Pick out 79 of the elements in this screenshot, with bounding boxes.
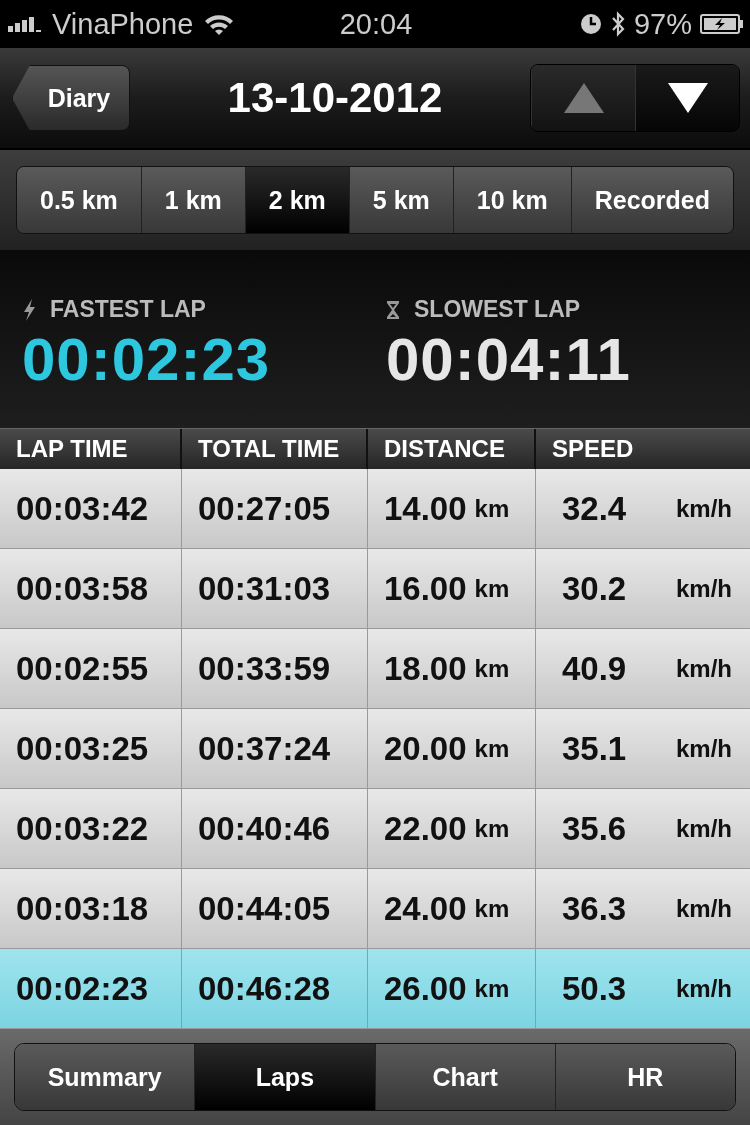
battery-percent: 97% — [633, 7, 692, 41]
lightning-icon — [22, 298, 36, 321]
distance-tab[interactable]: 2 km — [245, 167, 350, 233]
stat-label: FASTEST LAP — [50, 296, 206, 323]
table-cell: 22.00 — [384, 809, 467, 848]
stat-value: 00:02:23 — [22, 325, 272, 394]
lap-row[interactable]: 00:02:23 00:46:28 26.00 km 50.3 km/h — [0, 949, 750, 1029]
table-cell: 50.3 — [562, 969, 627, 1008]
lap-row[interactable]: 00:03:58 00:31:03 16.00 km 30.2 km/h — [0, 549, 750, 629]
table-cell: 16.00 — [384, 569, 467, 608]
table-cell: 40.9 — [562, 649, 627, 688]
table-cell: 00:40:46 — [198, 809, 331, 848]
unit-label: km/h — [676, 734, 732, 763]
table-cell: 00:46:28 — [198, 969, 331, 1008]
table-cell: 36.3 — [562, 889, 627, 928]
stat-label: SLOWEST LAP — [414, 296, 581, 323]
lap-row[interactable]: 00:03:42 00:27:05 14.00 km 32.4 km/h — [0, 469, 750, 549]
table-cell: 35.6 — [562, 809, 627, 848]
stat-value: 00:04:11 — [386, 325, 632, 394]
table-cell: 14.00 — [384, 489, 467, 528]
view-tab[interactable]: Summary — [15, 1044, 196, 1110]
distance-tab[interactable]: 0.5 km — [17, 167, 142, 233]
table-cell: 32.4 — [562, 489, 627, 528]
table-cell: 00:31:03 — [198, 569, 331, 608]
table-cell: 00:33:59 — [198, 649, 331, 688]
unit-label: km/h — [676, 814, 732, 843]
signal-icon — [8, 14, 42, 34]
view-tab[interactable]: Chart — [375, 1044, 556, 1110]
date-title: 13-10-2012 — [226, 74, 444, 122]
unit-label: km — [474, 654, 510, 683]
wifi-icon — [203, 12, 236, 36]
unit-label: km/h — [676, 574, 732, 603]
table-cell: 24.00 — [384, 889, 467, 928]
unit-label: km/h — [676, 894, 732, 923]
view-tab[interactable]: HR — [555, 1044, 735, 1110]
lap-row[interactable]: 00:03:18 00:44:05 24.00 km 36.3 km/h — [0, 869, 750, 949]
unit-label: km — [474, 734, 510, 763]
triangle-down-icon — [667, 83, 708, 113]
unit-label: km — [474, 894, 510, 923]
table-cell: 00:27:05 — [198, 489, 331, 528]
column-header: SPEED — [551, 434, 635, 464]
table-cell: 26.00 — [384, 969, 467, 1008]
unit-label: km — [474, 574, 510, 603]
unit-label: km — [474, 494, 510, 523]
view-tab[interactable]: Laps — [195, 1044, 376, 1110]
lap-row[interactable]: 00:03:25 00:37:24 20.00 km 35.1 km/h — [0, 709, 750, 789]
distance-tab[interactable]: Recorded — [571, 167, 733, 233]
lap-row[interactable]: 00:03:22 00:40:46 22.00 km 35.6 km/h — [0, 789, 750, 869]
hourglass-icon — [386, 298, 400, 321]
back-button[interactable]: Diary — [12, 65, 130, 131]
unit-label: km/h — [676, 654, 732, 683]
status-time: 20:04 — [339, 7, 413, 41]
unit-label: km — [474, 814, 510, 843]
next-button[interactable] — [635, 65, 739, 131]
table-cell: 00:03:25 — [16, 729, 149, 768]
unit-label: km — [474, 974, 510, 1003]
table-cell: 00:03:22 — [16, 809, 149, 848]
table-cell: 00:37:24 — [198, 729, 331, 768]
battery-icon — [700, 13, 744, 35]
triangle-up-icon — [563, 83, 604, 113]
table-cell: 00:02:55 — [16, 649, 149, 688]
unit-label: km/h — [676, 494, 732, 523]
table-cell: 00:44:05 — [198, 889, 331, 928]
table-cell: 00:03:42 — [16, 489, 149, 528]
unit-label: km/h — [676, 974, 732, 1003]
table-cell: 20.00 — [384, 729, 467, 768]
carrier-name: VinaPhone — [52, 7, 194, 41]
distance-tab[interactable]: 10 km — [453, 167, 572, 233]
table-cell: 00:03:58 — [16, 569, 149, 608]
distance-tab[interactable]: 5 km — [349, 167, 454, 233]
table-cell: 00:03:18 — [16, 889, 149, 928]
table-cell: 00:02:23 — [16, 969, 149, 1008]
table-cell: 35.1 — [562, 729, 627, 768]
bluetooth-icon — [609, 10, 626, 38]
clock-icon — [579, 13, 602, 35]
table-cell: 30.2 — [562, 569, 627, 608]
distance-tab[interactable]: 1 km — [141, 167, 246, 233]
table-cell: 18.00 — [384, 649, 467, 688]
lap-row[interactable]: 00:02:55 00:33:59 18.00 km 40.9 km/h — [0, 629, 750, 709]
